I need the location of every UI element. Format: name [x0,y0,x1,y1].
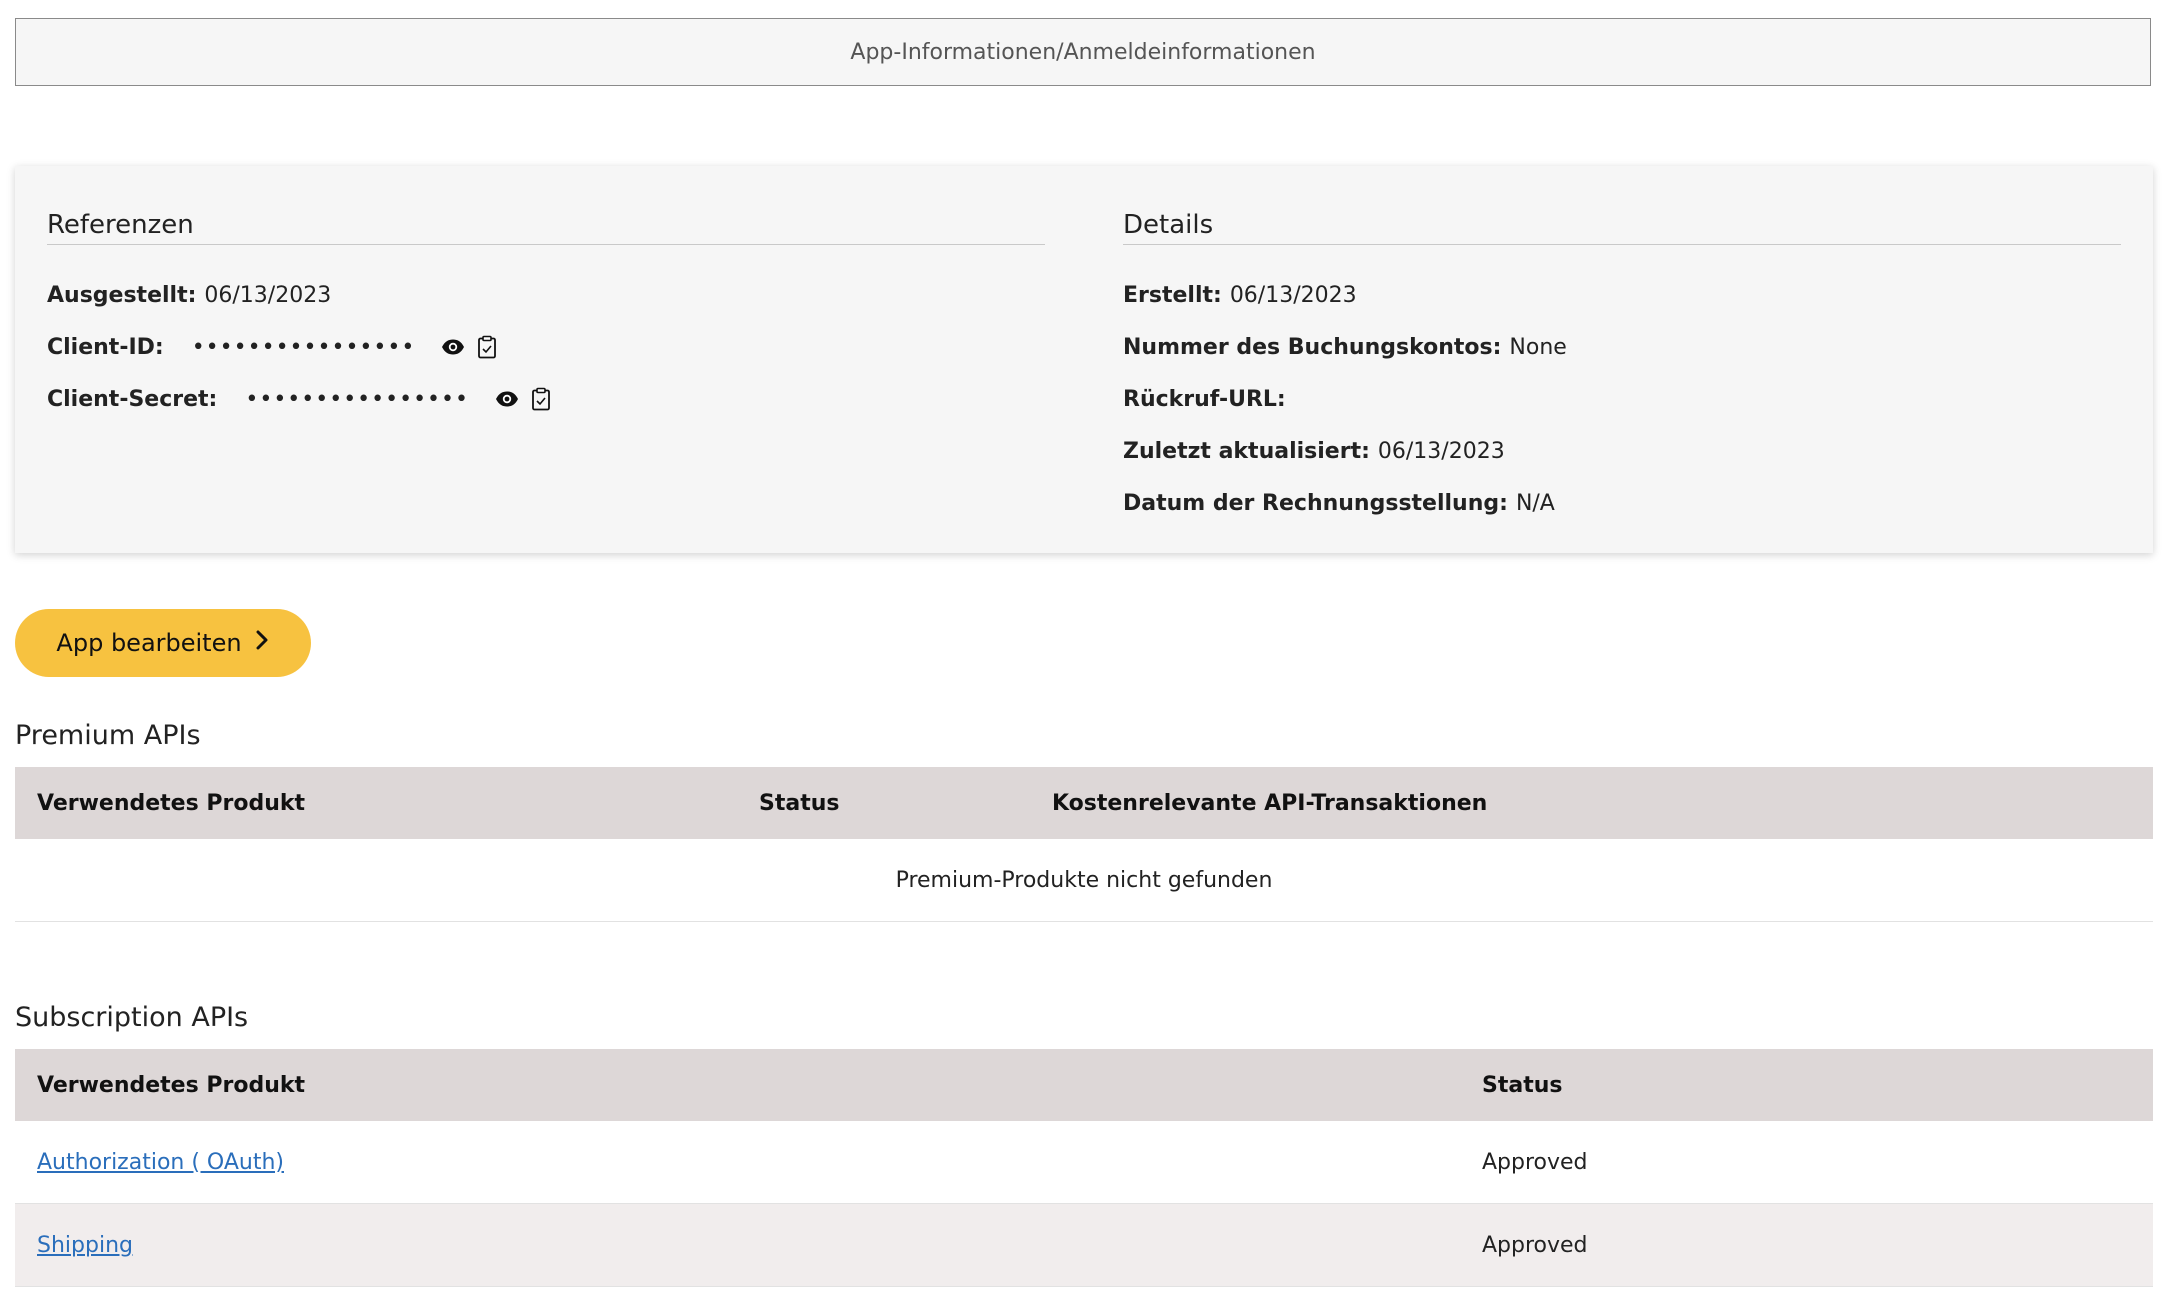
created-label: Erstellt: [1123,283,1222,308]
column-header-billable-transactions: Kostenrelevante API-Transaktionen [1052,790,1488,816]
references-heading: Referenzen [47,210,1045,245]
product-cell: Shipping [15,1203,1460,1287]
last-updated-label: Zuletzt aktualisiert: [1123,439,1370,464]
issued-row: Ausgestellt: 06/13/2023 [47,283,1045,335]
issued-label: Ausgestellt: [47,283,197,308]
credentials-card: Referenzen Ausgestellt: 06/13/2023 Clien… [15,166,2153,553]
billing-date-value: N/A [1515,491,1555,516]
created-value: 06/13/2023 [1229,283,1357,308]
table-header-row: Verwendetes Produkt Status Kostenrelevan… [15,767,2153,839]
client-id-label: Client-ID: [47,335,164,360]
clipboard-icon[interactable] [529,387,553,411]
edit-app-button[interactable]: App bearbeiten [15,609,311,677]
client-secret-row: Client-Secret: •••••••••••••••• [47,387,1045,439]
table-row: Shipping Approved [15,1203,2153,1287]
last-updated-row: Zuletzt aktualisiert: 06/13/2023 [1123,439,2121,491]
column-header-status: Status [1482,1072,1563,1098]
empty-state-message: Premium-Produkte nicht gefunden [15,839,2153,922]
client-secret-label: Client-Secret: [47,387,218,412]
tab-label: App-Informationen/Anmeldeinformationen [850,39,1316,65]
callback-url-row: Rückruf-URL: [1123,387,2121,439]
product-cell: Authorization ( OAuth) [15,1121,1460,1204]
chevron-right-icon [254,629,270,657]
status-cell: Approved [1460,1121,2153,1204]
table-row: Premium-Produkte nicht gefunden [15,839,2153,922]
billing-date-row: Datum der Rechnungsstellung: N/A [1123,491,2121,543]
column-header-product: Verwendetes Produkt [37,1072,306,1098]
table-header-row: Verwendetes Produkt Status [15,1049,2153,1121]
account-number-label: Nummer des Buchungskontos: [1123,335,1502,360]
account-number-row: Nummer des Buchungskontos: None [1123,335,2121,387]
created-row: Erstellt: 06/13/2023 [1123,283,2121,335]
status-cell: Approved [1460,1203,2153,1287]
client-secret-masked-value: •••••••••••••••• [245,387,469,412]
eye-icon[interactable] [441,335,465,359]
column-header-status: Status [759,790,840,816]
issued-value: 06/13/2023 [204,283,332,308]
details-heading: Details [1123,210,2121,245]
premium-apis-table: Verwendetes Produkt Status Kostenrelevan… [15,767,2153,922]
clipboard-icon[interactable] [475,335,499,359]
column-header-product: Verwendetes Produkt [37,790,306,816]
product-link-shipping[interactable]: Shipping [37,1233,133,1258]
client-id-masked-value: •••••••••••••••• [191,335,416,360]
subscription-apis-heading: Subscription APIs [15,1002,249,1033]
billing-date-label: Datum der Rechnungsstellung: [1123,491,1508,516]
table-row: Authorization ( OAuth) Approved [15,1121,2153,1204]
eye-icon[interactable] [495,387,519,411]
client-id-row: Client-ID: •••••••••••••••• [47,335,1045,387]
last-updated-value: 06/13/2023 [1377,439,1505,464]
details-column: Details Erstellt: 06/13/2023 Nummer des … [1123,210,2121,543]
product-link-authorization-oauth[interactable]: Authorization ( OAuth) [37,1150,284,1175]
premium-apis-heading: Premium APIs [15,720,201,751]
subscription-apis-table: Verwendetes Produkt Status Authorization… [15,1049,2153,1287]
references-column: Referenzen Ausgestellt: 06/13/2023 Clien… [47,210,1045,439]
callback-url-label: Rückruf-URL: [1123,387,1286,412]
edit-app-label: App bearbeiten [56,629,242,657]
tab-app-info-credentials[interactable]: App-Informationen/Anmeldeinformationen [15,18,2151,86]
account-number-value: None [1509,335,1567,360]
